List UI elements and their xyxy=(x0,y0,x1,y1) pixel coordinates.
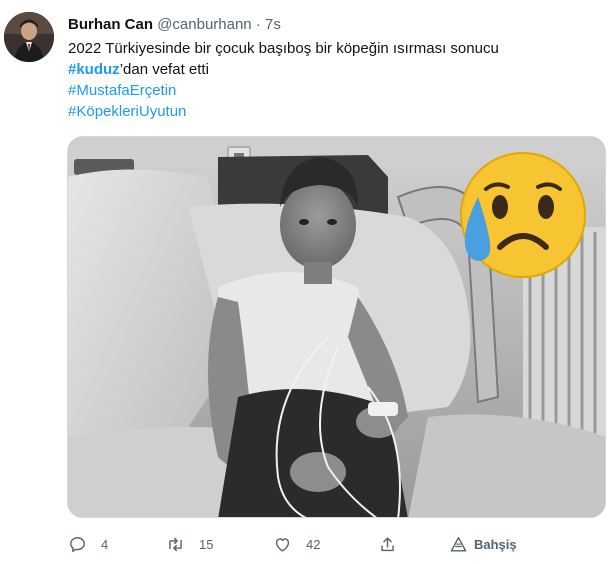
retweet-icon xyxy=(169,537,182,551)
tweet-text-line-2: #kuduz’dan vefat etti xyxy=(68,59,598,80)
avatar[interactable] xyxy=(4,12,54,62)
hashtag-kopekleriuyutun[interactable]: #KöpekleriUyutun xyxy=(68,101,598,122)
tweet-actions: 4 15 42 Bahşiş xyxy=(68,532,568,556)
hospital-photo xyxy=(68,137,605,517)
reply-button[interactable]: 4 xyxy=(68,532,108,556)
tweet: Burhan Can @canburhann · 7s 2022 Türkiye… xyxy=(0,0,614,564)
hashtag-mustafaercetin[interactable]: #MustafaErçetin xyxy=(68,80,598,101)
retweet-count: 15 xyxy=(199,536,214,552)
like-count: 42 xyxy=(306,536,321,552)
share-icon xyxy=(381,536,394,551)
tweet-text-line-2-rest: ’dan vefat etti xyxy=(119,61,209,78)
tweet-text-line-1: 2022 Türkiyesinde bir çocuk başıboş bir … xyxy=(68,40,499,57)
author-handle[interactable]: @canburhann xyxy=(157,16,251,33)
share-button[interactable] xyxy=(378,532,397,556)
tweet-photo[interactable] xyxy=(67,136,606,518)
tip-icon xyxy=(450,536,467,552)
avatar-image xyxy=(4,12,54,62)
tip-button[interactable]: Bahşiş xyxy=(449,532,517,556)
tip-label: Bahşiş xyxy=(474,536,517,552)
timestamp[interactable]: 7s xyxy=(265,16,281,33)
hashtag-kuduz[interactable]: #kuduz xyxy=(68,61,120,78)
like-button[interactable]: 42 xyxy=(273,532,320,556)
separator-dot: · xyxy=(255,16,261,33)
tweet-header: Burhan Can @canburhann · 7s xyxy=(68,15,281,35)
reply-icon xyxy=(70,536,85,552)
tweet-text: 2022 Türkiyesinde bir çocuk başıboş bir … xyxy=(68,38,598,122)
heart-icon xyxy=(275,537,290,552)
sad-crying-face-emoji xyxy=(460,152,586,278)
reply-count: 4 xyxy=(101,536,109,552)
retweet-button[interactable]: 15 xyxy=(166,532,213,556)
author-name[interactable]: Burhan Can xyxy=(68,16,153,33)
